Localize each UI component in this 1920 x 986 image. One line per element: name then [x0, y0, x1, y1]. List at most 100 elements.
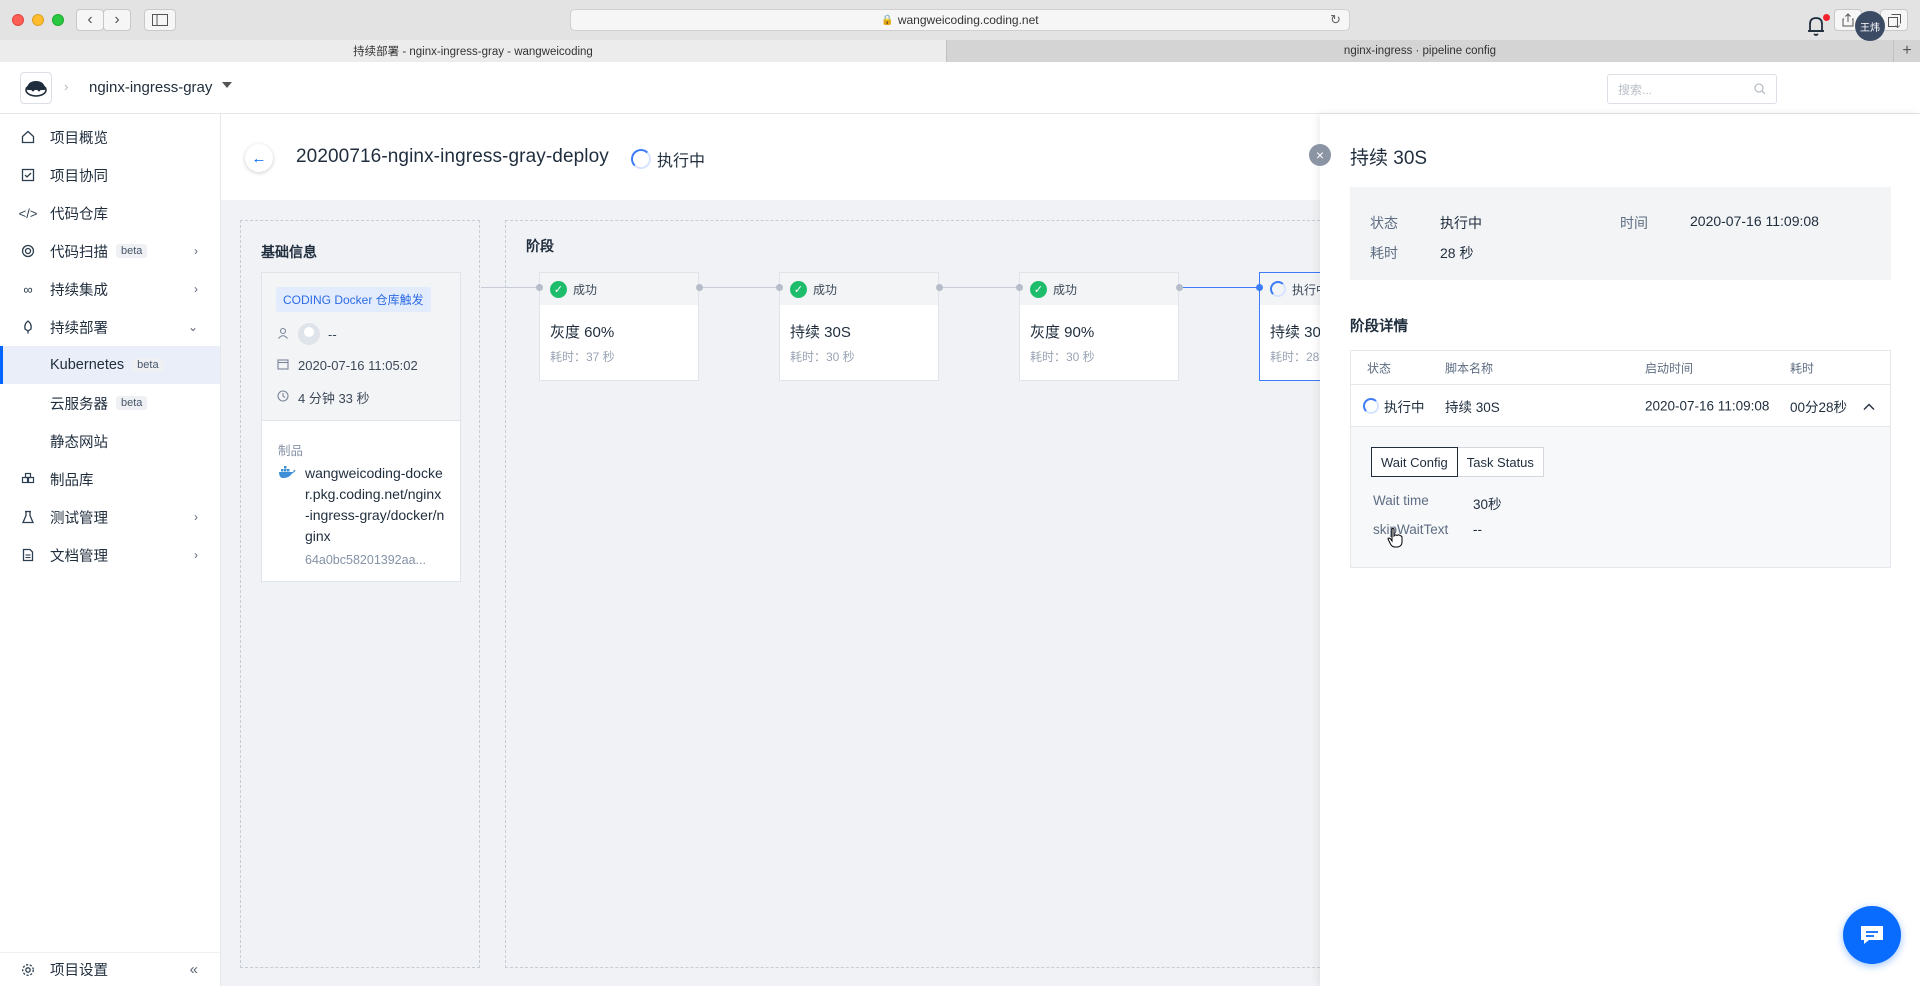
stage-card[interactable]: ✓ 成功 灰度 60% 耗时：37 秒 — [539, 272, 699, 381]
duration-label: 耗时 — [1370, 245, 1398, 261]
close-window-button[interactable] — [12, 14, 24, 26]
table-row[interactable]: 执行中 持续 30S 2020-07-16 11:09:08 00分28秒 — [1351, 385, 1890, 427]
trigger-date: 2020-07-16 11:05:02 — [276, 358, 418, 373]
connector-dot — [696, 284, 703, 291]
infinity-icon: ∞ — [23, 281, 33, 297]
stage-connector — [1179, 287, 1259, 288]
gear-icon — [20, 962, 36, 978]
sidebar-item-overview[interactable]: 项目概览 — [0, 118, 220, 156]
wait-time-label: Wait time — [1373, 493, 1429, 508]
close-drawer-icon[interactable]: × — [1309, 144, 1331, 166]
chevron-right-icon: › — [194, 282, 198, 296]
code-icon: </> — [18, 205, 38, 221]
success-check-icon: ✓ — [790, 280, 807, 298]
reload-icon[interactable]: ↻ — [1330, 12, 1341, 28]
radar-icon — [20, 243, 36, 259]
row-expanded-content: Wait Config Task Status Wait time 30秒 sk… — [1351, 427, 1890, 567]
collapse-sidebar-icon[interactable]: « — [190, 961, 198, 978]
chat-support-button[interactable] — [1843, 906, 1901, 964]
sidebar: 项目概览 项目协同 </> 代码仓库 代码扫描 beta › ∞ 持续集成 › … — [0, 114, 221, 986]
connector-dot — [536, 284, 543, 291]
stage-time: 耗时：37 秒 — [550, 350, 615, 364]
user-avatar[interactable]: 王炜 — [1855, 11, 1885, 41]
connector-dot — [776, 284, 783, 291]
calendar-icon — [276, 358, 290, 373]
docker-icon — [278, 466, 296, 482]
app-header: › nginx-ingress-gray 搜索... — [0, 62, 1920, 114]
sidebar-item-testing[interactable]: 测试管理 › — [0, 498, 220, 536]
caret-down-icon[interactable] — [222, 82, 232, 88]
chevron-down-icon: ⌄ — [187, 320, 198, 334]
browser-back-button[interactable]: ‹ — [76, 9, 104, 31]
tab-task-status[interactable]: Task Status — [1457, 447, 1544, 477]
search-icon — [1754, 83, 1766, 95]
search-input[interactable]: 搜索... — [1607, 74, 1777, 104]
stage-card[interactable]: ✓ 成功 持续 30S 耗时：30 秒 — [779, 272, 939, 381]
running-spinner-icon — [1363, 397, 1379, 414]
package-icon — [20, 471, 36, 487]
stage-name: 持续 30S — [790, 324, 851, 341]
trigger-user: -- — [276, 323, 337, 345]
sidebar-item-code-scan[interactable]: 代码扫描 beta › — [0, 232, 220, 270]
url-text: wangweicoding.coding.net — [897, 13, 1039, 27]
stage-detail-title: 阶段详情 — [1350, 319, 1408, 335]
sidebar-item-ci[interactable]: ∞ 持续集成 › — [0, 270, 220, 308]
running-spinner-icon — [1270, 281, 1286, 297]
chat-icon — [1861, 926, 1883, 944]
stage-card[interactable]: ✓ 成功 灰度 90% 耗时：30 秒 — [1019, 272, 1179, 381]
time-value: 2020-07-16 11:09:08 — [1690, 213, 1819, 229]
search-placeholder: 搜索... — [1618, 82, 1653, 97]
clock-icon — [276, 390, 290, 405]
stage-name: 灰度 90% — [1030, 324, 1095, 341]
config-tabs: Wait Config Task Status — [1371, 447, 1544, 477]
stage-time: 耗时：30 秒 — [1030, 350, 1095, 364]
connector-dot — [1176, 284, 1183, 291]
success-check-icon: ✓ — [1030, 280, 1047, 298]
lock-icon: 🔒 — [881, 14, 894, 26]
address-bar[interactable]: 🔒 wangweicoding.coding.net ↻ — [570, 9, 1350, 31]
connector-dot — [936, 284, 943, 291]
chevron-right-icon: › — [194, 510, 198, 524]
sidebar-item-artifacts[interactable]: 制品库 — [0, 460, 220, 498]
sidebar-item-cloud-server[interactable]: 云服务器 beta — [0, 384, 220, 422]
trigger-info-card: CODING Docker 仓库触发 -- 2020-07-16 11:05:0… — [261, 272, 461, 582]
sidebar-item-kubernetes[interactable]: Kubernetes beta — [0, 346, 220, 384]
sidebar-item-repos[interactable]: </> 代码仓库 — [0, 194, 220, 232]
coding-logo-icon[interactable] — [20, 72, 52, 104]
minimize-window-button[interactable] — [32, 14, 44, 26]
project-switcher[interactable]: nginx-ingress-gray — [89, 79, 212, 96]
browser-forward-button[interactable]: › — [103, 9, 131, 31]
sidebar-item-settings[interactable]: 项目设置 « — [0, 952, 220, 986]
breadcrumb-separator-icon: › — [64, 79, 69, 94]
stages-title: 阶段 — [526, 238, 554, 254]
wait-time-value: 30秒 — [1473, 497, 1502, 512]
skip-wait-text-label: skipWaitText — [1373, 522, 1449, 537]
new-tab-icon[interactable]: + — [1894, 40, 1920, 62]
avatar — [298, 323, 320, 345]
sidebar-item-collaboration[interactable]: 项目协同 — [0, 156, 220, 194]
browser-tab[interactable]: nginx-ingress · pipeline config — [947, 40, 1894, 62]
beta-badge: beta — [132, 358, 164, 372]
artifact-link[interactable]: wangweicoding-docker.pkg.coding.net/ngin… — [305, 463, 445, 547]
back-arrow-icon[interactable]: ← — [245, 144, 273, 172]
sidebar-toggle-icon[interactable] — [144, 9, 176, 31]
zoom-window-button[interactable] — [52, 14, 64, 26]
basic-info-title: 基础信息 — [261, 244, 317, 260]
tab-wait-config[interactable]: Wait Config — [1371, 447, 1458, 477]
beta-badge: beta — [116, 244, 148, 258]
connector-dot — [1256, 284, 1263, 291]
chevron-up-icon[interactable] — [1863, 398, 1875, 413]
sidebar-item-static-site[interactable]: 静态网站 — [0, 422, 220, 460]
browser-tab[interactable]: 持续部署 - nginx-ingress-gray - wangweicodin… — [0, 40, 947, 62]
stage-connector — [481, 287, 539, 288]
sidebar-item-cd[interactable]: 持续部署 ⌄ — [0, 308, 220, 346]
pipeline-status: 执行中 — [631, 147, 705, 171]
chevron-down-icon[interactable]: ⌄ — [1893, 18, 1902, 31]
stage-connector — [699, 287, 779, 288]
chevron-right-icon: › — [194, 548, 198, 562]
sidebar-item-docs[interactable]: 文档管理 › — [0, 536, 220, 574]
trigger-duration: 4 分钟 33 秒 — [276, 388, 370, 407]
success-check-icon: ✓ — [550, 280, 567, 298]
rocket-icon — [20, 319, 36, 335]
stage-summary: 状态 执行中 时间 2020-07-16 11:09:08 耗时 28 秒 — [1350, 187, 1891, 280]
